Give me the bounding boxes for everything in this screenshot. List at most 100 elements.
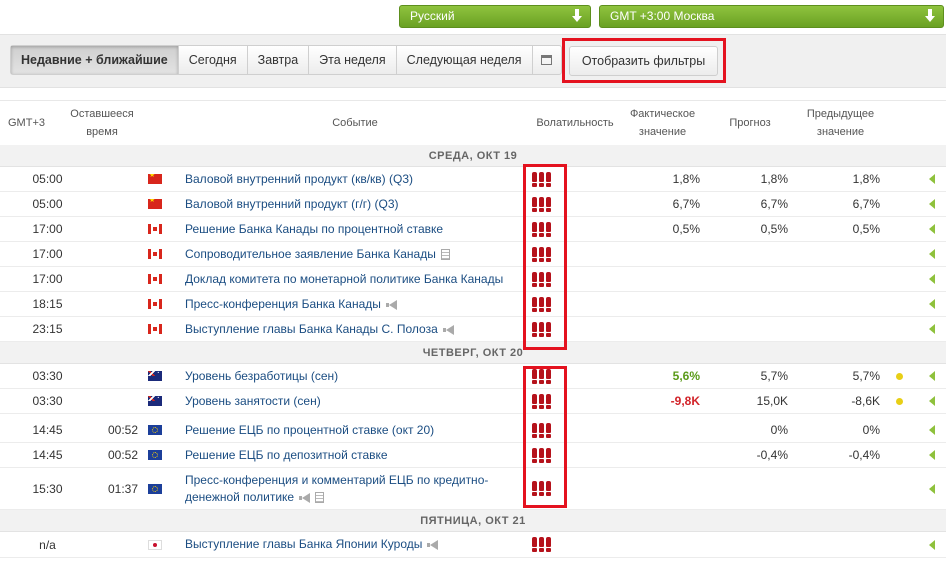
volatility-cell xyxy=(532,418,562,442)
event-time: n/a xyxy=(39,537,56,552)
flag-cell xyxy=(148,443,164,467)
show-filters-button[interactable]: Отобразить фильтры xyxy=(569,46,718,76)
time-remaining xyxy=(95,292,138,316)
calendar-button[interactable] xyxy=(533,46,561,74)
event-time: 18:15 xyxy=(32,297,63,311)
expand-cell[interactable] xyxy=(929,192,939,216)
event-cell: Уровень занятости (сен) xyxy=(185,389,520,413)
event-time: 17:00 xyxy=(32,272,63,286)
event-cell: Валовой внутренний продукт (кв/кв) (Q3) xyxy=(185,167,520,191)
event-link[interactable]: Решение Банка Канады по процентной ставк… xyxy=(185,222,443,236)
event-link[interactable]: Пресс-конференция Банка Канады xyxy=(185,297,381,311)
expand-arrow-icon[interactable] xyxy=(929,396,935,406)
expand-cell[interactable] xyxy=(929,443,939,467)
calendar-icon xyxy=(540,55,552,65)
actual-value: 0,5% xyxy=(672,222,700,236)
forecast-value: 0% xyxy=(770,423,788,437)
expand-arrow-icon[interactable] xyxy=(929,371,935,381)
tab-tomorrow[interactable]: Завтра xyxy=(248,46,310,74)
event-link[interactable]: Доклад комитета по монетарной политике Б… xyxy=(185,272,503,286)
expand-cell[interactable] xyxy=(929,217,939,241)
volatility-high-icon xyxy=(532,447,551,463)
time-remaining xyxy=(95,532,138,557)
event-cell: Уровень безработицы (сен) xyxy=(185,364,520,388)
flag-eu-icon xyxy=(148,450,162,460)
actual-value: 5,6% xyxy=(672,369,700,383)
tab-today[interactable]: Сегодня xyxy=(179,46,248,74)
event-time: 17:00 xyxy=(32,222,63,236)
expand-arrow-icon[interactable] xyxy=(929,539,935,550)
col-event: Событие xyxy=(332,117,378,129)
expand-arrow-icon[interactable] xyxy=(929,483,935,494)
tab-recent-upcoming[interactable]: Недавние + ближайшие xyxy=(11,46,179,74)
volatility-high-icon xyxy=(532,221,551,237)
expand-cell[interactable] xyxy=(929,317,939,341)
event-cell: Выступление главы Банка Японии Куроды xyxy=(185,532,520,557)
table-row[interactable]: 23:15 Выступление главы Банка Канады С. П… xyxy=(0,317,946,342)
table-row[interactable]: 14:45 00:52 Решение ЕЦБ по процентной став… xyxy=(0,418,946,443)
expand-arrow-icon[interactable] xyxy=(929,324,935,334)
event-cell: Пресс-конференция Банка Канады xyxy=(185,292,520,316)
expand-cell[interactable] xyxy=(929,364,939,388)
event-link[interactable]: Сопроводительное заявление Банка Канады xyxy=(185,247,436,261)
table-row[interactable]: 03:30 Уровень безработицы (сен) 5,6% 5,7% 5,… xyxy=(0,364,946,389)
event-cell: Сопроводительное заявление Банка Канады xyxy=(185,242,520,266)
previous-value xyxy=(790,317,880,341)
expand-arrow-icon[interactable] xyxy=(929,450,935,460)
event-link[interactable]: Выступление главы Банка Канады С. Полоза xyxy=(185,322,438,336)
status-dot-icon xyxy=(896,372,903,380)
table-row[interactable]: 17:00 Доклад комитета по монетарной полит… xyxy=(0,267,946,292)
day-header-wednesday: СРЕДА, ОКТ 19 xyxy=(0,145,946,167)
expand-arrow-icon[interactable] xyxy=(929,199,935,209)
flag-ca-icon xyxy=(148,224,162,234)
expand-cell[interactable] xyxy=(929,242,939,266)
event-link[interactable]: Выступление главы Банка Японии Куроды xyxy=(185,537,422,551)
table-row[interactable]: 03:30 Уровень занятости (сен) -9,8K 15,0K -8… xyxy=(0,389,946,414)
timezone-select[interactable]: GMT +3:00 Москва xyxy=(599,5,944,28)
tab-next-week[interactable]: Следующая неделя xyxy=(397,46,533,74)
table-row[interactable]: 17:00 Сопроводительное заявление Банка Ка… xyxy=(0,242,946,267)
expand-cell[interactable] xyxy=(929,389,939,413)
expand-arrow-icon[interactable] xyxy=(929,299,935,309)
expand-arrow-icon[interactable] xyxy=(929,274,935,284)
expand-cell[interactable] xyxy=(929,267,939,291)
event-link[interactable]: Валовой внутренний продукт (кв/кв) (Q3) xyxy=(185,172,413,186)
document-icon xyxy=(440,248,450,260)
table-row[interactable]: 05:00 Валовой внутренний продукт (г/г) (Q… xyxy=(0,192,946,217)
flag-cell xyxy=(148,418,164,442)
event-link[interactable]: Решение ЕЦБ по процентной ставке (окт 20… xyxy=(185,423,434,437)
language-select[interactable]: Русский xyxy=(399,5,591,28)
expand-arrow-icon[interactable] xyxy=(929,224,935,234)
time-remaining: 01:37 xyxy=(107,481,138,496)
table-row[interactable]: 17:00 Решение Банка Канады по процентной … xyxy=(0,217,946,242)
event-cell: Решение ЕЦБ по процентной ставке (окт 20… xyxy=(185,418,520,442)
event-time: 14:45 xyxy=(32,448,63,462)
event-link[interactable]: Пресс-конференция и комментарий ЕЦБ по к… xyxy=(185,473,488,504)
table-row[interactable]: 18:15 Пресс-конференция Банка Канады xyxy=(0,292,946,317)
event-time: 03:30 xyxy=(32,369,63,383)
table-row[interactable]: 05:00 Валовой внутренний продукт (кв/кв) … xyxy=(0,167,946,192)
table-row[interactable]: n/a Выступление главы Банка Японии Куроды xyxy=(0,532,946,558)
event-link[interactable]: Уровень занятости (сен) xyxy=(185,394,321,408)
event-link[interactable]: Уровень безработицы (сен) xyxy=(185,369,338,383)
forecast-value: -0,4% xyxy=(756,448,788,462)
previous-value xyxy=(790,468,880,509)
event-link[interactable]: Решение ЕЦБ по депозитной ставке xyxy=(185,448,388,462)
table-row[interactable]: 15:30 01:37 Пресс-конференция и комментари… xyxy=(0,468,946,510)
expand-cell[interactable] xyxy=(929,292,939,316)
event-link[interactable]: Валовой внутренний продукт (г/г) (Q3) xyxy=(185,197,399,211)
expand-cell[interactable] xyxy=(929,468,939,509)
tab-this-week[interactable]: Эта неделя xyxy=(309,46,397,74)
expand-cell[interactable] xyxy=(929,532,939,557)
col-previous-line2: значение xyxy=(816,126,865,138)
expand-cell[interactable] xyxy=(929,418,939,442)
volatility-high-icon xyxy=(532,422,551,438)
flag-cell xyxy=(148,267,164,291)
col-remaining-line1: Оставшееся xyxy=(70,108,134,120)
expand-arrow-icon[interactable] xyxy=(929,174,935,184)
expand-cell[interactable] xyxy=(929,167,939,191)
table-row[interactable]: 14:45 00:52 Решение ЕЦБ по депозитной став… xyxy=(0,443,946,468)
volatility-cell xyxy=(532,217,562,241)
expand-arrow-icon[interactable] xyxy=(929,249,935,259)
expand-arrow-icon[interactable] xyxy=(929,425,935,435)
